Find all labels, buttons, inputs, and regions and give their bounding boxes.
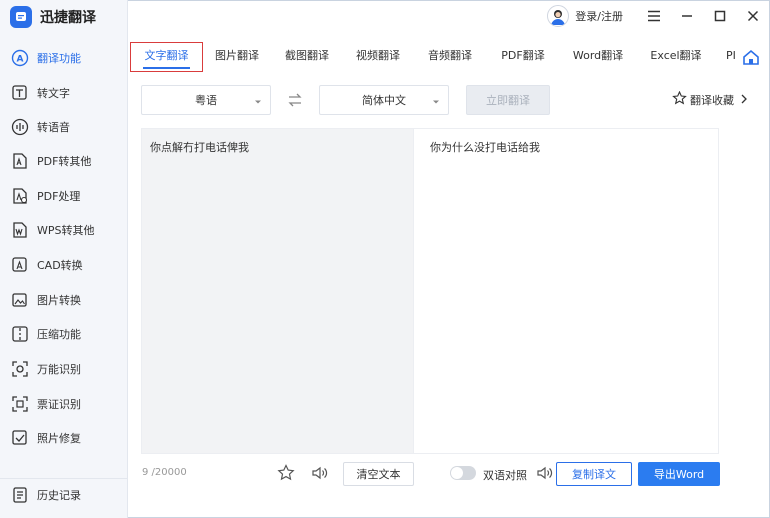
history-icon [10,485,30,505]
close-icon[interactable] [744,7,762,25]
minimize-icon[interactable] [678,7,696,25]
sidebar-item-label: PDF转其他 [37,155,92,168]
char-count: 9 /20000 [142,467,187,478]
menu-icon[interactable] [645,7,663,25]
tab-label: PI [726,49,736,62]
swap-languages-icon[interactable] [287,92,303,108]
home-icon[interactable] [742,48,760,66]
sidebar-item-label: 转语音 [37,121,70,134]
sidebar-item-label: CAD转换 [37,259,83,272]
wps-convert-icon [10,220,30,240]
recognize-icon [10,359,30,379]
app-title: 迅捷翻译 [40,10,96,26]
source-text-area[interactable]: 你点解冇打电话俾我 [141,128,414,454]
image-convert-icon [10,290,30,310]
sidebar-divider [0,478,127,479]
toggle-knob [451,467,463,479]
favorites-link[interactable]: 翻译收藏 [672,90,748,109]
source-language-value: 粤语 [195,94,217,107]
tab-excel-translate[interactable]: Excel翻译 [646,42,706,72]
sidebar-item-label: 万能识别 [37,363,81,376]
sidebar-item-translate[interactable]: A 翻译功能 [0,45,127,71]
pdf-process-icon [10,186,30,206]
avatar[interactable] [547,5,570,27]
tab-text-translate[interactable]: 文字翻译 [130,42,203,72]
sidebar-item-label: 票证识别 [37,398,81,411]
target-language-value: 简体中文 [362,94,406,107]
sidebar-item-label: PDF处理 [37,190,81,203]
tab-label: 视频翻译 [356,49,400,62]
tab-video-translate[interactable]: 视频翻译 [352,42,404,72]
voice-icon [10,117,30,137]
sidebar: 迅捷翻译 A 翻译功能 转文字 转语音 PDF转其他 PDF处理 WPS转其他 … [0,0,128,518]
maximize-icon[interactable] [711,7,729,25]
sidebar-item-label: 照片修复 [37,432,81,445]
sidebar-item-image-convert[interactable]: 图片转换 [0,287,127,313]
sidebar-item-wps-convert[interactable]: WPS转其他 [0,217,127,243]
sidebar-item-text-convert[interactable]: 转文字 [0,80,127,106]
sidebar-item-recognize[interactable]: 万能识别 [0,356,127,382]
sidebar-item-label: 转文字 [37,87,70,100]
sidebar-item-history[interactable]: 历史记录 [0,482,127,508]
clear-text-button[interactable]: 清空文本 [343,462,414,486]
chevron-right-icon [740,94,748,107]
source-language-select[interactable]: 粤语 [141,85,271,115]
sidebar-item-pdf-convert[interactable]: PDF转其他 [0,148,127,174]
titlebar: 登录/注册 [547,5,762,27]
cad-icon [10,255,30,275]
speaker-icon[interactable] [536,464,554,482]
sidebar-item-photo-repair[interactable]: 照片修复 [0,425,127,451]
pdf-convert-icon [10,151,30,171]
svg-text:A: A [17,55,24,65]
tab-label: Excel翻译 [650,49,702,62]
bilingual-toggle[interactable] [450,466,476,480]
sidebar-item-voice[interactable]: 转语音 [0,114,127,140]
sidebar-item-label: 压缩功能 [37,328,81,341]
photo-repair-icon [10,428,30,448]
login-link[interactable]: 登录/注册 [575,8,623,24]
sidebar-item-compress[interactable]: 压缩功能 [0,321,127,347]
tab-label: 音频翻译 [428,49,472,62]
tab-screenshot-translate[interactable]: 截图翻译 [281,42,333,72]
bilingual-label: 双语对照 [483,469,527,482]
sidebar-item-label: WPS转其他 [37,224,95,237]
sidebar-item-label: 翻译功能 [37,52,81,65]
sidebar-item-pdf-process[interactable]: PDF处理 [0,183,127,209]
sidebar-item-label: 历史记录 [37,489,81,502]
favorites-icon [672,90,687,109]
export-word-button[interactable]: 导出Word [638,462,720,486]
chevron-down-icon [254,96,262,109]
speaker-icon[interactable] [311,464,329,482]
translate-button[interactable]: 立即翻译 [466,85,550,115]
favorites-label: 翻译收藏 [690,94,734,107]
compress-icon [10,324,30,344]
tab-label: PDF翻译 [501,49,545,62]
tab-image-translate[interactable]: 图片翻译 [211,42,263,72]
text-convert-icon [10,83,30,103]
tab-audio-translate[interactable]: 音频翻译 [424,42,476,72]
active-tab-underline [143,67,190,69]
source-text: 你点解冇打电话俾我 [150,141,249,154]
tab-label: Word翻译 [572,49,624,62]
translate-icon: A [10,48,30,68]
tab-label: 图片翻译 [215,49,259,62]
tab-label: 文字翻译 [144,49,189,62]
star-icon[interactable] [277,464,295,482]
target-text-area[interactable]: 你为什么没打电话给我 [414,128,719,454]
feature-tabs: 文字翻译 图片翻译 截图翻译 视频翻译 音频翻译 PDF翻译 Word翻译 Ex… [128,42,770,72]
copy-translation-button[interactable]: 复制译文 [556,462,632,486]
translated-text: 你为什么没打电话给我 [430,141,540,154]
tab-label: 截图翻译 [285,49,329,62]
sidebar-item-label: 图片转换 [37,294,81,307]
ticket-icon [10,394,30,414]
logo-icon [10,6,32,28]
target-language-select[interactable]: 简体中文 [319,85,449,115]
chevron-down-icon [432,96,440,109]
sidebar-item-ticket[interactable]: 票证识别 [0,391,127,417]
sidebar-item-cad[interactable]: CAD转换 [0,252,127,278]
tab-word-translate[interactable]: Word翻译 [568,42,628,72]
tab-pdf-translate[interactable]: PDF翻译 [495,42,551,72]
app-logo: 迅捷翻译 [10,6,96,28]
tab-more[interactable]: PI [722,42,740,72]
